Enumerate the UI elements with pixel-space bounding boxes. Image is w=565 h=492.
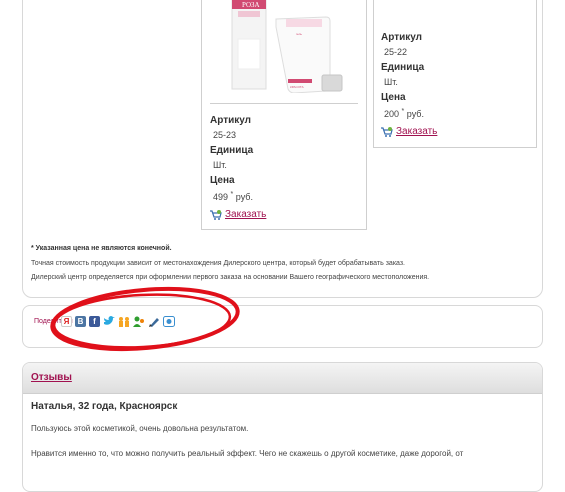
- article-label: Артикул: [381, 32, 423, 43]
- order-link[interactable]: Заказать: [381, 126, 437, 137]
- vkontakte-icon[interactable]: В: [75, 316, 86, 327]
- article-value: 25-23: [213, 130, 237, 140]
- svg-text:КРАСОТА: КРАСОТА: [290, 85, 304, 89]
- unit-value: Шт.: [213, 160, 227, 170]
- price-note: * Указанная цена не являются конечной.: [31, 245, 172, 252]
- twitter-icon[interactable]: [103, 316, 115, 327]
- divider: [210, 103, 358, 104]
- price-label: Цена: [210, 175, 235, 186]
- yandex-icon[interactable]: Я: [61, 316, 72, 327]
- product-image[interactable]: гель РОЗА КРАСОТА: [226, 0, 344, 93]
- price-note-line2: Дилерский центр определяется при оформле…: [31, 274, 430, 281]
- order-link[interactable]: Заказать: [210, 209, 266, 220]
- facebook-icon[interactable]: f: [89, 316, 100, 327]
- reviews-title-link[interactable]: Отзывы: [31, 372, 72, 383]
- svg-text:гель: гель: [296, 32, 302, 36]
- liveinternet-icon[interactable]: [163, 316, 175, 327]
- cart-icon: [210, 209, 222, 220]
- reviews-header: [23, 363, 542, 394]
- price-value: 200 * руб.: [384, 108, 424, 119]
- unit-label: Единица: [381, 62, 425, 73]
- unit-label: Единица: [210, 145, 254, 156]
- review-author: Наталья, 32 года, Красноярск: [31, 401, 178, 412]
- article-value: 25-22: [384, 47, 408, 57]
- review-text-line1: Пользуюсь этой косметикой, очень довольн…: [31, 424, 249, 433]
- product-card-25-22: Артикул 25-22 Единица Шт. Цена 200 * руб…: [373, 0, 537, 148]
- article-label: Артикул: [210, 115, 252, 126]
- product-card-25-23: гель РОЗА КРАСОТА Артикул 25-23 Единица …: [201, 0, 367, 230]
- share-icons: Я В f: [61, 316, 175, 327]
- unit-value: Шт.: [384, 77, 398, 87]
- price-note-line1: Точная стоимость продукции зависит от ме…: [31, 260, 406, 267]
- price-value: 499 * руб.: [213, 191, 253, 202]
- price-label: Цена: [381, 92, 406, 103]
- share-panel: Поделиться Я В f: [22, 305, 543, 348]
- cart-icon: [381, 126, 393, 137]
- review-text-line2: Нравится именно то, что можно получить р…: [31, 449, 464, 458]
- moimir-icon[interactable]: [118, 316, 130, 327]
- odnoklassniki-icon[interactable]: [133, 316, 145, 327]
- svg-text:РОЗА: РОЗА: [242, 1, 260, 9]
- reviews-panel: Отзывы Наталья, 32 года, Красноярск Поль…: [22, 362, 543, 492]
- livejournal-icon[interactable]: [148, 316, 160, 327]
